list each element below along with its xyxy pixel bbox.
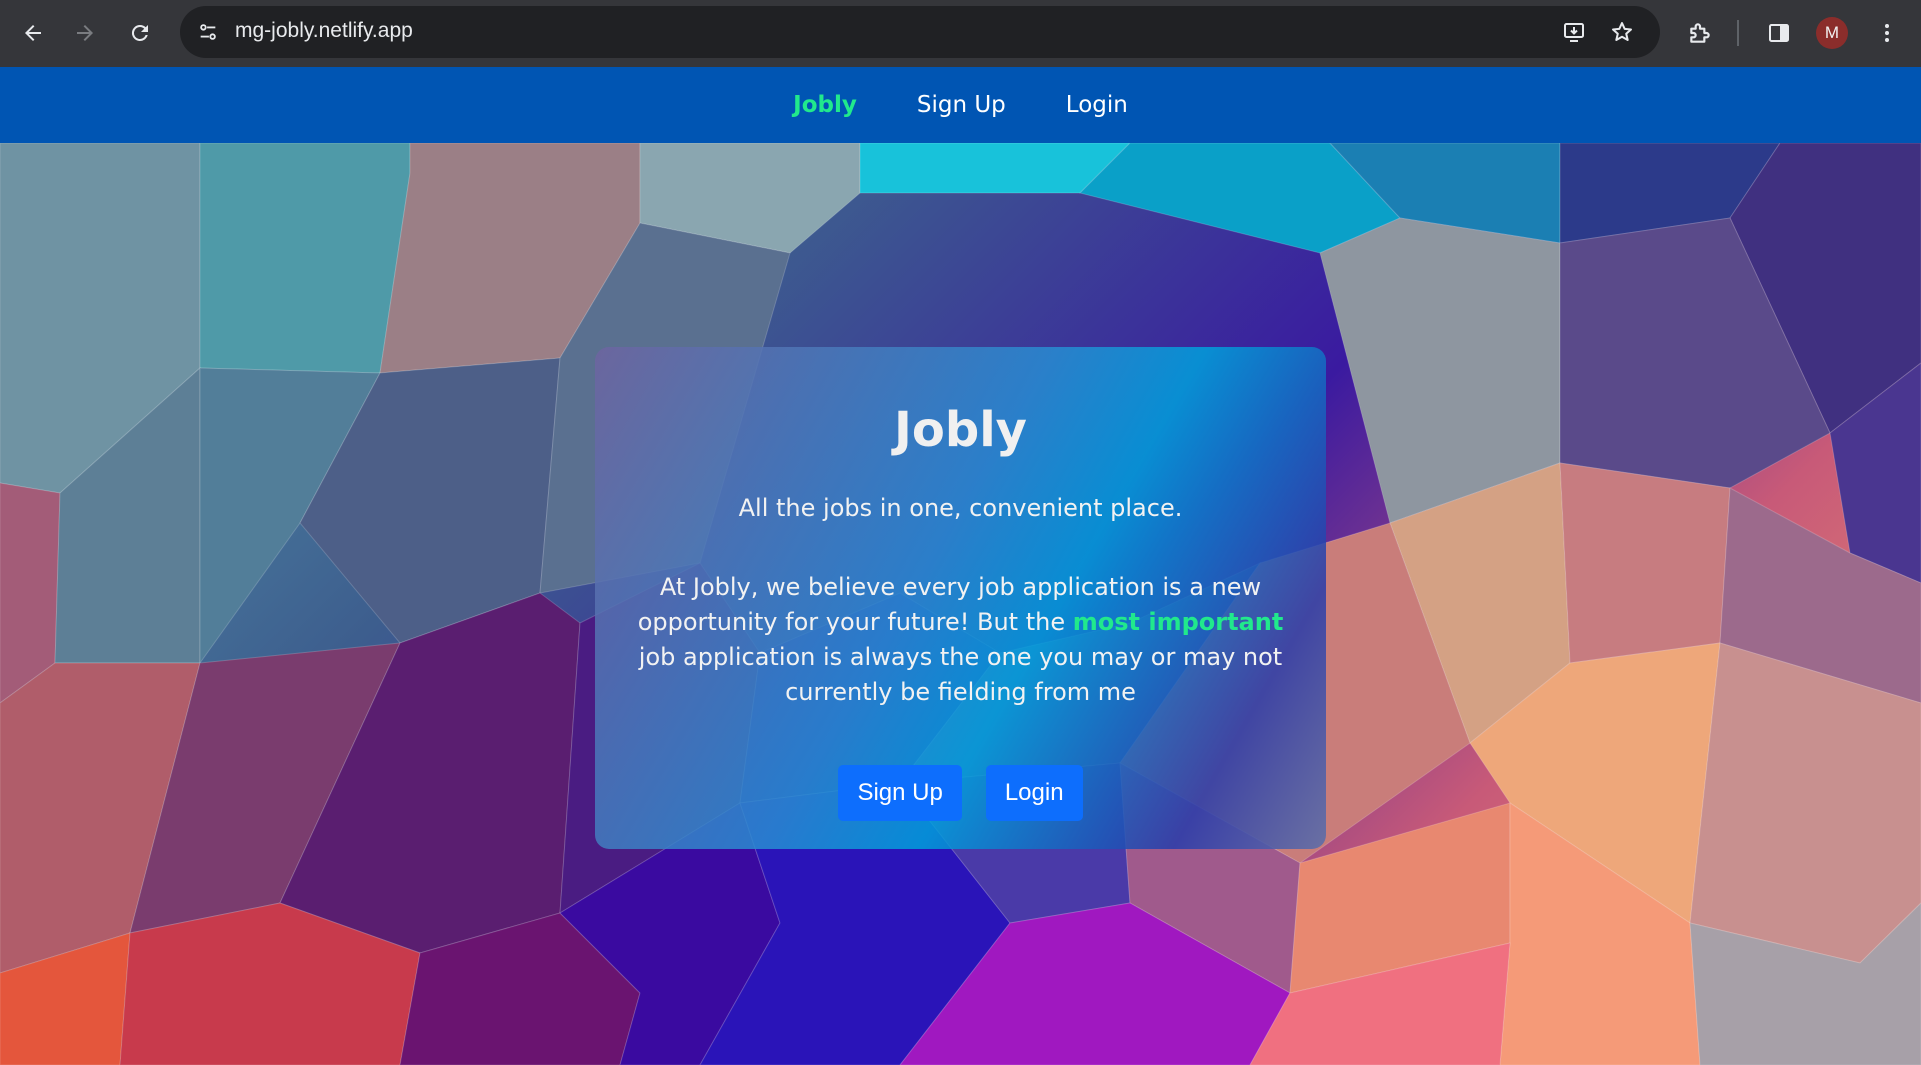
install-app-button[interactable] (1558, 16, 1590, 48)
nav-signup-link[interactable]: Sign Up (917, 92, 1006, 118)
site-info-button[interactable] (192, 16, 224, 48)
browser-toolbar: mg-jobly.netlify.app M (0, 0, 1921, 67)
nav-login-link[interactable]: Login (1066, 92, 1128, 118)
install-app-icon (1564, 23, 1584, 42)
login-button[interactable]: Login (985, 765, 1083, 821)
card-title: Jobly (894, 402, 1027, 458)
hero-background: Jobly All the jobs in one, convenient pl… (0, 143, 1921, 1065)
site-navbar: Jobly Sign Up Login (0, 67, 1921, 143)
kebab-menu-icon (1885, 24, 1889, 42)
reload-icon (131, 24, 148, 41)
card-tagline: All the jobs in one, convenient place. (738, 494, 1183, 522)
browser-menu-button[interactable] (1867, 13, 1907, 53)
address-bar[interactable]: mg-jobly.netlify.app (180, 6, 1660, 58)
tune-icon (200, 24, 216, 40)
card-blurb: At Jobly, we believe every job applicati… (623, 570, 1298, 710)
hero-card: Jobly All the jobs in one, convenient pl… (595, 347, 1326, 849)
blurb-highlight: most important (1072, 608, 1284, 636)
reload-button[interactable] (120, 13, 160, 53)
side-panel-icon (1769, 24, 1789, 42)
bookmark-button[interactable] (1606, 16, 1638, 48)
forward-button[interactable] (65, 13, 105, 53)
arrow-left-icon (25, 25, 41, 41)
profile-avatar[interactable]: M (1816, 17, 1848, 49)
puzzle-icon (1690, 23, 1710, 43)
signup-button[interactable]: Sign Up (838, 765, 962, 821)
side-panel-button[interactable] (1759, 13, 1799, 53)
extensions-button[interactable] (1680, 13, 1720, 53)
url-text[interactable]: mg-jobly.netlify.app (235, 19, 413, 43)
blurb-text-end: job application is always the one you ma… (638, 643, 1283, 706)
back-button[interactable] (13, 13, 53, 53)
arrow-right-icon (77, 25, 93, 41)
nav-brand-link[interactable]: Jobly (793, 92, 857, 118)
toolbar-divider (1737, 20, 1739, 46)
star-icon (1612, 22, 1632, 41)
card-buttons: Sign Up Login (595, 765, 1326, 821)
